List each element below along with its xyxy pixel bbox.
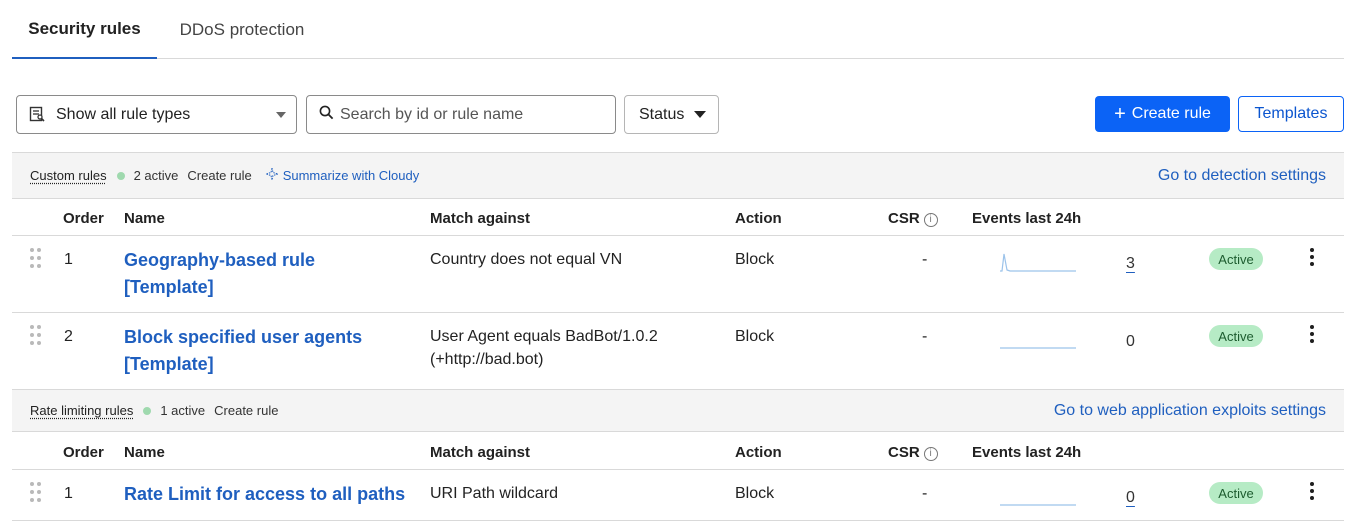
rule-action: Block [735, 485, 775, 502]
status-badge: Active [1209, 248, 1263, 270]
rule-order: 1 [64, 251, 73, 268]
custom-create-rule-link[interactable]: Create rule [187, 168, 251, 183]
rate-limiting-title[interactable]: Rate limiting rules [30, 403, 133, 418]
col-csr: CSR i [888, 210, 938, 227]
drag-handle-icon[interactable] [30, 482, 42, 504]
rule-action: Block [735, 328, 775, 345]
rule-name-line2: [Template] [124, 354, 214, 374]
rate-limiting-section-header: Rate limiting rules 1 active Create rule… [12, 389, 1344, 432]
custom-rules-title[interactable]: Custom rules [30, 168, 107, 183]
events-count-link[interactable]: 3 [1126, 255, 1135, 273]
col-match: Match against [430, 210, 531, 227]
col-events: Events last 24h [972, 444, 1082, 461]
more-options-icon[interactable] [1309, 325, 1315, 345]
rules-list-icon [29, 106, 47, 124]
info-icon[interactable]: i [923, 213, 938, 227]
drag-handle-icon[interactable] [30, 325, 42, 347]
events-sparkline [1000, 484, 1078, 513]
tab-security-rules[interactable]: Security rules [12, 0, 157, 59]
col-events: Events last 24h [972, 210, 1082, 227]
rate-create-rule-link[interactable]: Create rule [214, 403, 278, 418]
col-order: Order [63, 444, 104, 461]
search-input[interactable] [340, 105, 600, 124]
events-count: 0 [1126, 333, 1135, 350]
rule-type-select-value: Show all rule types [56, 105, 191, 123]
create-rule-button[interactable]: + Create rule [1095, 96, 1230, 132]
search-icon [319, 105, 334, 125]
plus-icon: + [1114, 103, 1126, 125]
web-exploits-settings-link[interactable]: Go to web application exploits settings [1054, 402, 1326, 420]
rule-name-line1: Geography-based rule [124, 250, 316, 270]
rule-csr: - [922, 328, 928, 345]
rule-csr: - [922, 485, 928, 502]
table-row: 1 Geography-based rule [Template] Countr… [12, 236, 1344, 313]
rate-active-count: 1 active [160, 403, 206, 418]
rate-table-header: Order Name Match against Action CSR i Eve… [12, 434, 1344, 470]
more-options-icon[interactable] [1309, 248, 1315, 268]
templates-button[interactable]: Templates [1238, 96, 1344, 132]
create-rule-label: Create rule [1131, 105, 1211, 122]
status-badge: Active [1209, 325, 1263, 347]
more-options-icon[interactable] [1309, 482, 1315, 502]
rule-type-select[interactable]: Show all rule types [16, 95, 297, 134]
caret-down-icon [694, 111, 707, 118]
drag-handle-icon[interactable] [30, 248, 42, 270]
rule-match-line2: (+http://bad.bot) [430, 351, 544, 368]
rule-match: URI Path wildcard [430, 485, 559, 502]
custom-active-count: 2 active [133, 168, 179, 183]
rule-name-line2: [Template] [124, 277, 214, 297]
status-filter-label: Status [639, 105, 685, 123]
info-icon[interactable]: i [923, 447, 938, 461]
col-csr: CSR i [888, 444, 938, 461]
sparkle-icon [263, 167, 280, 183]
col-action: Action [735, 444, 782, 461]
status-badge: Active [1209, 482, 1263, 504]
events-sparkline [1000, 250, 1078, 279]
col-match: Match against [430, 444, 531, 461]
detection-settings-link[interactable]: Go to detection settings [1158, 167, 1326, 185]
rule-name-link[interactable]: Rate Limit for access to all paths [124, 481, 405, 508]
rule-action: Block [735, 251, 775, 268]
rule-csr: - [922, 251, 928, 268]
rule-name-line1: Block specified user agents [124, 327, 363, 347]
summarize-cloudy-link[interactable]: Summarize with Cloudy [263, 167, 420, 183]
status-filter-button[interactable]: Status [624, 95, 719, 134]
active-dot-icon [116, 171, 125, 180]
tab-ddos-protection[interactable]: DDoS protection [162, 0, 322, 59]
rule-match: Country does not equal VN [430, 251, 623, 268]
col-order: Order [63, 210, 104, 227]
rule-name-link[interactable]: Block specified user agents [Template] [124, 324, 362, 378]
rule-name-link[interactable]: Geography-based rule [Template] [124, 247, 315, 301]
search-field[interactable] [306, 95, 616, 134]
col-csr-label: CSR [888, 444, 920, 461]
active-dot-icon [143, 406, 152, 415]
custom-rules-section-header: Custom rules 2 active Create rule Summar… [12, 152, 1344, 199]
custom-table-header: Order Name Match against Action CSR i Eve… [12, 200, 1344, 236]
rule-order: 2 [64, 328, 73, 345]
table-row: 2 Block specified user agents [Template]… [12, 313, 1344, 390]
rule-match-line1: User Agent equals BadBot/1.0.2 [430, 328, 658, 345]
summarize-cloudy-label: Summarize with Cloudy [282, 168, 420, 183]
rule-match: User Agent equals BadBot/1.0.2 (+http://… [430, 325, 658, 371]
table-row: 1 Rate Limit for access to all paths URI… [12, 470, 1344, 521]
rule-order: 1 [64, 485, 73, 502]
events-count-link[interactable]: 0 [1126, 489, 1135, 507]
col-action: Action [735, 210, 782, 227]
tab-bar: Security rules DDoS protection [12, 0, 1344, 59]
chevron-down-icon [276, 112, 286, 118]
events-sparkline [1000, 327, 1078, 356]
col-csr-label: CSR [888, 210, 920, 227]
col-name: Name [124, 210, 165, 227]
col-name: Name [124, 444, 165, 461]
